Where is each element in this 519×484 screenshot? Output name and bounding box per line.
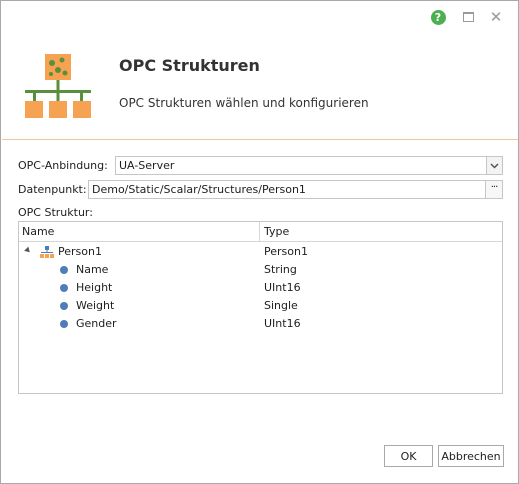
tree-item-type: Person1: [264, 245, 308, 258]
dialog-subtitle: OPC Strukturen wählen und konfigurieren: [119, 96, 369, 110]
structure-icon: [40, 246, 54, 258]
help-icon: ?: [430, 9, 446, 25]
close-button[interactable]: ✕: [487, 8, 505, 26]
tree-item-name: Name: [76, 263, 109, 276]
column-header-type[interactable]: Type: [264, 225, 289, 238]
tree-row[interactable]: Height UInt16: [19, 279, 502, 297]
help-button[interactable]: ?: [429, 8, 447, 26]
tree-row[interactable]: Gender UInt16: [19, 315, 502, 333]
tree-row[interactable]: Weight Single: [19, 297, 502, 315]
expand-icon[interactable]: [24, 246, 32, 255]
maximize-button[interactable]: [459, 8, 477, 26]
tree-item-name: Weight: [76, 299, 115, 312]
dialog-window: ? ✕ OPC Strukturen OPC Strukturen wählen…: [0, 0, 519, 484]
field-dot-icon: [60, 320, 68, 328]
opc-structure-logo-icon: [25, 54, 91, 118]
ok-button[interactable]: OK: [384, 445, 433, 467]
connection-select-value: UA-Server: [119, 159, 175, 172]
datapoint-field[interactable]: ···: [88, 180, 503, 199]
tree-item-name: Person1: [58, 245, 102, 258]
tree-item-name: Height: [76, 281, 113, 294]
column-header-name[interactable]: Name: [22, 225, 54, 238]
structure-label: OPC Struktur:: [18, 206, 93, 219]
datapoint-input[interactable]: [89, 181, 485, 198]
maximize-icon: [462, 12, 474, 22]
header-separator: [2, 139, 518, 140]
tree-item-type: String: [264, 263, 297, 276]
connection-label: OPC-Anbindung:: [18, 159, 108, 172]
structure-tree[interactable]: Name Type Person1 Person1 Name String He…: [18, 221, 503, 394]
browse-button[interactable]: ···: [485, 181, 502, 198]
tree-item-name: Gender: [76, 317, 117, 330]
field-dot-icon: [60, 266, 68, 274]
tree-row-root[interactable]: Person1 Person1: [19, 243, 502, 261]
chevron-down-icon[interactable]: [486, 157, 502, 174]
tree-row[interactable]: Name String: [19, 261, 502, 279]
field-dot-icon: [60, 284, 68, 292]
cancel-button[interactable]: Abbrechen: [438, 445, 504, 467]
connection-select[interactable]: UA-Server: [115, 156, 503, 175]
tree-item-type: UInt16: [264, 281, 301, 294]
tree-item-type: UInt16: [264, 317, 301, 330]
dialog-title: OPC Strukturen: [119, 56, 260, 75]
column-divider[interactable]: [259, 222, 260, 241]
tree-item-type: Single: [264, 299, 298, 312]
close-icon: ✕: [489, 8, 503, 26]
field-dot-icon: [60, 302, 68, 310]
datapoint-label: Datenpunkt:: [18, 183, 87, 196]
tree-header: Name Type: [19, 222, 502, 242]
